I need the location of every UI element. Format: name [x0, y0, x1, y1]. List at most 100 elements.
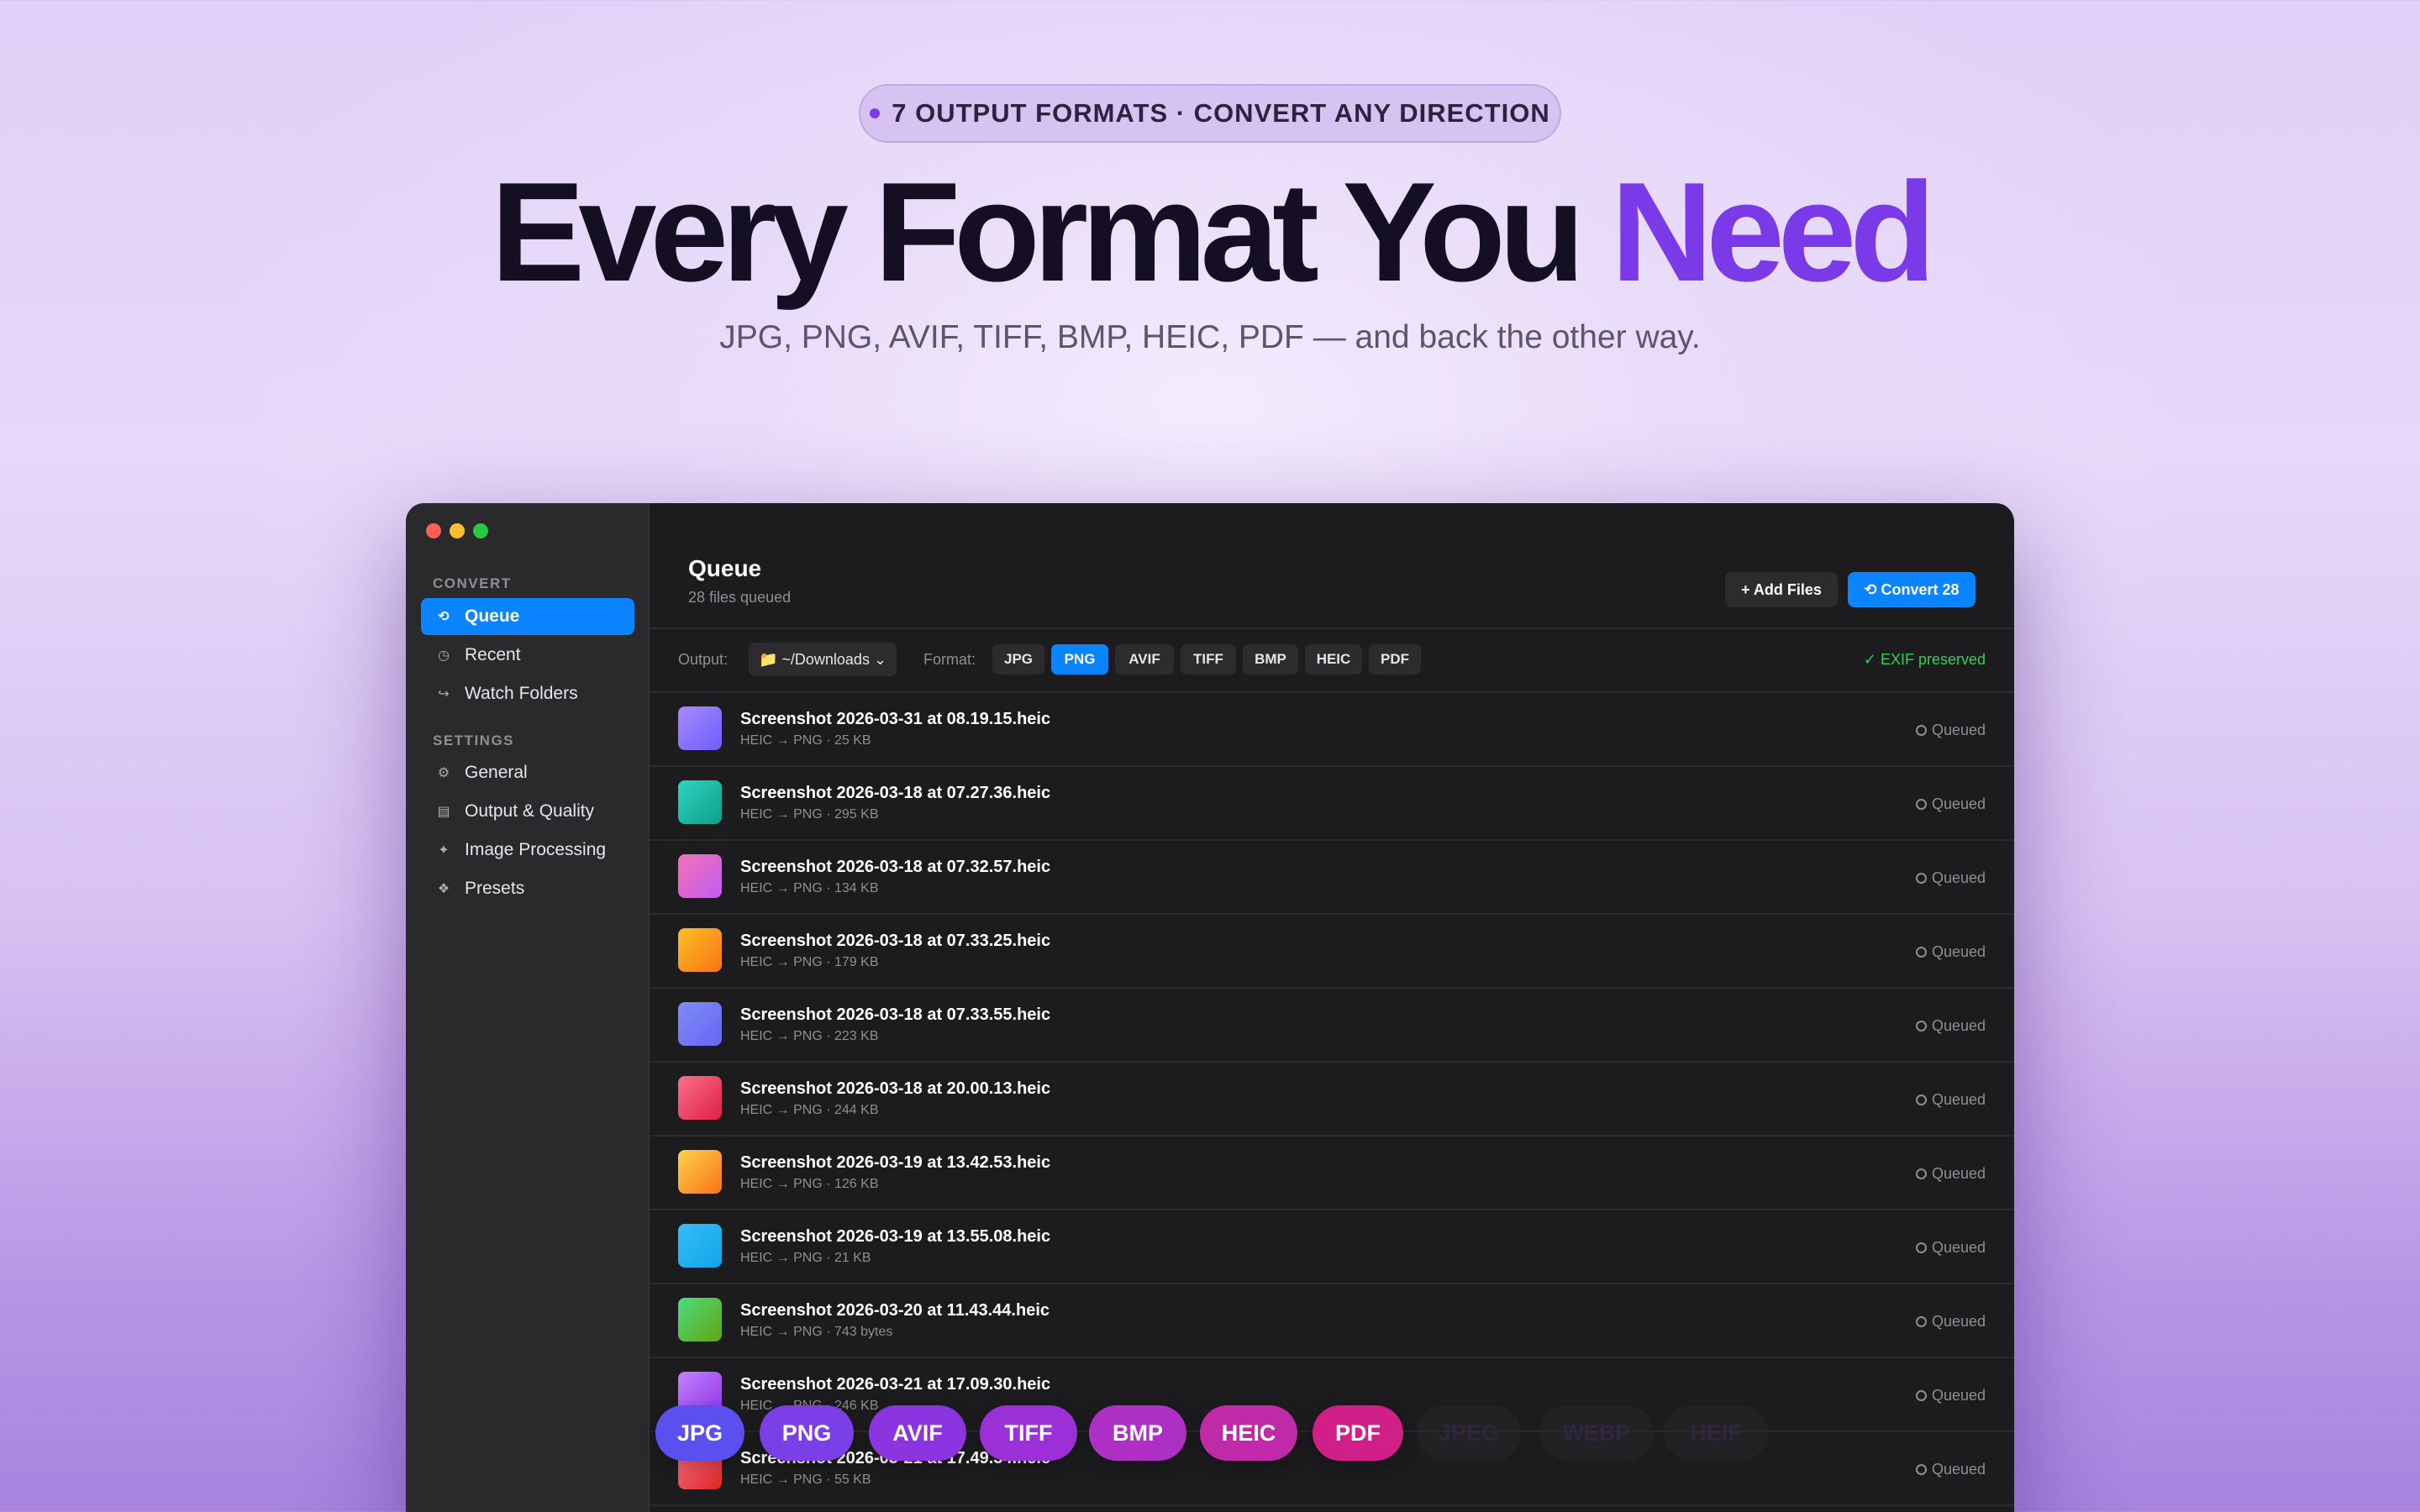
file-status: Queued [1915, 943, 1986, 961]
status-circle-icon [1915, 1316, 1927, 1327]
file-status: Queued [1915, 722, 1986, 739]
file-thumbnail [678, 854, 722, 898]
file-status-label: Queued [1931, 943, 1986, 960]
file-name: Screenshot 2026-03-31 at 08.19.15.heic [740, 710, 1051, 728]
file-name: Screenshot 2026-03-19 at 13.55.08.heic [740, 1227, 1051, 1246]
add-files-button[interactable]: + Add Files [1725, 572, 1838, 607]
sidebar-item-presets[interactable]: ❖ Presets [421, 870, 634, 907]
table-row[interactable]: Screenshot 2026-03-20 at 11.43.44.heic HE… [650, 1284, 2014, 1358]
sidebar-item-label: Queue [465, 606, 520, 626]
status-circle-icon [1915, 1390, 1927, 1401]
file-status-label: Queued [1931, 1387, 1986, 1404]
sidebar-item-general[interactable]: ⚙ General [421, 754, 634, 791]
file-status: Queued [1915, 1313, 1986, 1331]
minimize-window-button[interactable] [450, 523, 465, 538]
table-row[interactable]: Screenshot 2026-03-18 at 07.33.55.heic HE… [650, 989, 2014, 1063]
status-circle-icon [1915, 725, 1927, 736]
headline-main: Every Format You [491, 153, 1612, 311]
file-name: Screenshot 2026-03-18 at 07.27.36.heic [740, 784, 1051, 802]
file-status: Queued [1915, 1239, 1986, 1257]
sparkle-icon: ✦ [438, 843, 450, 858]
file-status-label: Queued [1931, 1239, 1986, 1256]
sidebar-item-watch-folders[interactable]: ↪ Watch Folders [421, 675, 634, 712]
sidebar-item-image-processing[interactable]: ✦ Image Processing [421, 832, 634, 869]
page-title: Queue [688, 555, 762, 581]
file-status: Queued [1915, 1017, 1986, 1035]
sidebar-item-label: Watch Folders [465, 684, 578, 703]
sidebar-item-recent[interactable]: ◷ Recent [421, 637, 634, 674]
sidebar-item-label: Presets [465, 879, 525, 898]
sidebar-item-queue[interactable]: ⟲ Queue [421, 598, 634, 635]
sidebar-item-label: Output & Quality [465, 801, 595, 821]
hero-headline: Every Format You Need [0, 161, 2420, 302]
output-folder-select[interactable]: 📁 ~/Downloads ⌄ [749, 643, 897, 676]
file-thumbnail [678, 1298, 722, 1341]
format-pill-avif: AVIF [869, 1405, 966, 1461]
format-chip-pdf[interactable]: PDF [1369, 644, 1421, 675]
status-circle-icon [1915, 799, 1927, 810]
sidebar-item-label: General [465, 763, 528, 782]
presets-icon: ❖ [437, 882, 450, 896]
table-row[interactable]: Screenshot 2026-03-18 at 07.27.36.heic HE… [650, 767, 2014, 841]
table-row[interactable]: Screenshot 2026-03-18 at 07.32.57.heic HE… [650, 841, 2014, 915]
format-chip-bmp[interactable]: BMP [1243, 644, 1298, 675]
file-status: Queued [1915, 1387, 1986, 1404]
file-status: Queued [1915, 1091, 1986, 1109]
format-pill-heic: HEIC [1200, 1405, 1297, 1461]
sidebar-section-convert: CONVERT [433, 575, 512, 591]
hero-badge-text: 7 OUTPUT FORMATS · CONVERT ANY DIRECTION [892, 98, 1550, 128]
sidebar-item-label: Image Processing [465, 840, 607, 859]
file-thumbnail [678, 1150, 722, 1194]
convert-button[interactable]: ⟲ Convert 28 [1848, 572, 1975, 607]
format-pill-webp: WEBP [1539, 1405, 1654, 1461]
main-header: Queue 28 files queued + Add Files ⟲ Conv… [650, 503, 2014, 629]
file-thumbnail [678, 780, 722, 824]
table-row[interactable]: Screenshot 2026-03-18 at 20.00.13.heic HE… [650, 1063, 2014, 1137]
window-controls [426, 523, 488, 538]
format-pill-pdf: PDF [1313, 1405, 1403, 1461]
gear-icon: ⚙ [437, 766, 450, 780]
file-status: Queued [1915, 1461, 1986, 1478]
table-row[interactable]: Screenshot 2026-03-18 at 07.33.25.heic HE… [650, 915, 2014, 989]
format-chip-tiff[interactable]: TIFF [1181, 644, 1236, 675]
file-name: Screenshot 2026-03-18 at 07.33.25.heic [740, 932, 1051, 950]
sidebar-item-label: Recent [465, 645, 521, 664]
file-name: Screenshot 2026-03-18 at 07.32.57.heic [740, 858, 1051, 876]
file-meta: HEIC → PNG · 223 KB [740, 1029, 879, 1043]
file-name: Screenshot 2026-03-20 at 11.43.44.heic [740, 1301, 1050, 1320]
hero-subline: JPG, PNG, AVIF, TIFF, BMP, HEIC, PDF — a… [719, 319, 1701, 355]
format-chip-jpg[interactable]: JPG [992, 644, 1044, 675]
file-status: Queued [1915, 795, 1986, 813]
badge-dot-icon [870, 108, 881, 118]
file-name: Screenshot 2026-03-18 at 20.00.13.heic [740, 1079, 1051, 1098]
format-pill-bmp: BMP [1089, 1405, 1186, 1461]
status-circle-icon [1915, 1242, 1927, 1253]
format-chip-avif[interactable]: AVIF [1115, 644, 1174, 675]
table-row[interactable]: Screenshot 2026-03-19 at 13.55.08.heic HE… [650, 1210, 2014, 1284]
file-thumbnail [678, 928, 722, 972]
file-meta: HEIC → PNG · 134 KB [740, 881, 879, 895]
sidebar-item-output-quality[interactable]: ▤ Output & Quality [421, 793, 634, 830]
file-name: Screenshot 2026-03-19 at 13.42.53.heic [740, 1153, 1051, 1172]
table-row[interactable]: Screenshot 2026-03-19 at 13.42.53.heic HE… [650, 1137, 2014, 1210]
file-thumbnail [678, 1002, 722, 1046]
file-meta: HEIC → PNG · 179 KB [740, 955, 879, 969]
conversion-toolbar: Output: 📁 ~/Downloads ⌄ Format: JPG PNG … [650, 629, 2014, 693]
exif-status: ✓ EXIF preserved [1863, 651, 1986, 668]
close-window-button[interactable] [426, 523, 441, 538]
status-circle-icon [1915, 1095, 1927, 1105]
table-row[interactable]: Screenshot 2026-03-31 at 08.19.15.heic HE… [650, 693, 2014, 767]
file-status-label: Queued [1931, 795, 1986, 812]
file-status-label: Queued [1931, 1091, 1986, 1108]
file-status-label: Queued [1931, 869, 1986, 886]
zoom-window-button[interactable] [473, 523, 488, 538]
sidebar: CONVERT ⟲ Queue ◷ Recent ↪ Watch Folders… [406, 503, 650, 1512]
format-chip-heic[interactable]: HEIC [1305, 644, 1362, 675]
format-chip-png[interactable]: PNG [1051, 644, 1108, 675]
file-name: Screenshot 2026-03-18 at 07.33.55.heic [740, 1005, 1051, 1024]
file-meta: HEIC → PNG · 55 KB [740, 1473, 871, 1487]
format-pill-jpeg: JPEG [1417, 1405, 1521, 1461]
app-window: CONVERT ⟲ Queue ◷ Recent ↪ Watch Folders… [406, 503, 2014, 1512]
format-pill-tiff: TIFF [980, 1405, 1077, 1461]
file-status-label: Queued [1931, 1461, 1986, 1478]
